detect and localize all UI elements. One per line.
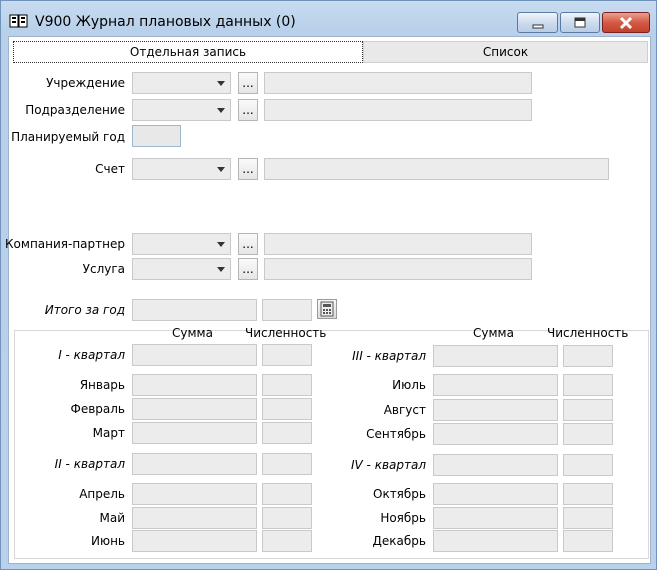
q3-sum[interactable] bbox=[433, 345, 558, 367]
institution-lookup-button[interactable]: ... bbox=[238, 72, 258, 94]
month-label: Март bbox=[92, 426, 125, 440]
chevron-down-icon bbox=[213, 237, 228, 251]
q3-label: III - квартал bbox=[352, 349, 426, 363]
month-label: Январь bbox=[79, 378, 125, 392]
count-header-right: Численность bbox=[547, 326, 629, 340]
chevron-down-icon bbox=[213, 262, 228, 276]
maximize-button[interactable] bbox=[560, 12, 600, 33]
minimize-icon bbox=[518, 13, 557, 32]
chevron-down-icon bbox=[213, 162, 228, 176]
year-total-label: Итого за год bbox=[44, 303, 125, 317]
account-lookup-button[interactable]: ... bbox=[238, 158, 258, 180]
month-label: Ноябрь bbox=[380, 511, 426, 525]
month-sum-jun[interactable] bbox=[132, 530, 257, 552]
department-combo[interactable] bbox=[132, 99, 231, 121]
maximize-icon bbox=[561, 13, 599, 32]
sum-header-right: Сумма bbox=[473, 326, 514, 340]
window-title: V900 Журнал плановых данных (0) bbox=[35, 14, 296, 30]
count-header-left: Численность bbox=[245, 326, 327, 340]
q2-sum[interactable] bbox=[132, 453, 257, 475]
q3-count[interactable] bbox=[563, 345, 613, 367]
tab-single-record[interactable]: Отдельная запись bbox=[13, 41, 363, 63]
sum-header-left: Сумма bbox=[172, 326, 213, 340]
month-sum-apr[interactable] bbox=[132, 483, 257, 505]
q2-count[interactable] bbox=[262, 453, 312, 475]
q1-sum[interactable] bbox=[132, 344, 257, 366]
month-count-aug[interactable] bbox=[563, 399, 613, 421]
department-lookup-button[interactable]: ... bbox=[238, 99, 258, 121]
month-count-may[interactable] bbox=[262, 507, 312, 529]
month-sum-aug[interactable] bbox=[433, 399, 558, 421]
calculator-icon[interactable] bbox=[317, 299, 337, 319]
close-icon bbox=[603, 13, 649, 32]
q2-label: II - квартал bbox=[54, 457, 125, 471]
year-total-count[interactable] bbox=[262, 299, 312, 321]
institution-combo[interactable] bbox=[132, 72, 231, 94]
month-sum-feb[interactable] bbox=[132, 398, 257, 420]
department-name-field[interactable] bbox=[264, 99, 532, 121]
q4-label: IV - квартал bbox=[350, 458, 426, 472]
chevron-down-icon bbox=[213, 103, 228, 117]
month-label: Декабрь bbox=[372, 534, 426, 548]
month-label: Июль bbox=[392, 378, 426, 392]
institution-label: Учреждение bbox=[46, 76, 125, 90]
month-sum-nov[interactable] bbox=[433, 507, 558, 529]
month-label: Сентябрь bbox=[366, 427, 426, 441]
q1-count[interactable] bbox=[262, 344, 312, 366]
month-count-jun[interactable] bbox=[262, 530, 312, 552]
month-count-nov[interactable] bbox=[563, 507, 613, 529]
month-label: Май bbox=[99, 511, 125, 525]
form-area: Отдельная запись Список Учреждение ... П… bbox=[5, 36, 651, 564]
month-sum-sep[interactable] bbox=[433, 423, 558, 445]
month-sum-jul[interactable] bbox=[433, 374, 558, 396]
institution-name-field[interactable] bbox=[264, 72, 532, 94]
plan-year-label: Планируемый год bbox=[11, 130, 125, 144]
q1-label: I - квартал bbox=[58, 348, 125, 362]
plan-year-input[interactable] bbox=[132, 125, 181, 147]
month-sum-may[interactable] bbox=[132, 507, 257, 529]
service-label: Услуга bbox=[82, 262, 125, 276]
month-count-oct[interactable] bbox=[563, 483, 613, 505]
service-combo[interactable] bbox=[132, 258, 231, 280]
month-label: Июнь bbox=[91, 534, 125, 548]
month-label: Август bbox=[383, 403, 426, 417]
service-name-field[interactable] bbox=[264, 258, 532, 280]
minimize-button[interactable] bbox=[517, 12, 558, 33]
close-button[interactable] bbox=[602, 12, 650, 33]
month-count-jul[interactable] bbox=[563, 374, 613, 396]
book-icon bbox=[9, 13, 29, 29]
tab-list[interactable]: Список bbox=[363, 41, 648, 63]
month-count-feb[interactable] bbox=[262, 398, 312, 420]
month-sum-jan[interactable] bbox=[132, 374, 257, 396]
partner-combo[interactable] bbox=[132, 233, 231, 255]
year-total-sum[interactable] bbox=[132, 299, 257, 321]
department-label: Подразделение bbox=[25, 103, 125, 117]
account-name-field[interactable] bbox=[264, 158, 609, 180]
month-count-sep[interactable] bbox=[563, 423, 613, 445]
account-label: Счет bbox=[95, 162, 125, 176]
q4-count[interactable] bbox=[563, 454, 613, 476]
month-label: Октябрь bbox=[373, 487, 426, 501]
partner-lookup-button[interactable]: ... bbox=[238, 233, 258, 255]
title-bar[interactable]: V900 Журнал плановых данных (0) bbox=[1, 1, 656, 35]
month-label: Февраль bbox=[70, 402, 126, 416]
q4-sum[interactable] bbox=[433, 454, 558, 476]
month-count-jan[interactable] bbox=[262, 374, 312, 396]
month-count-apr[interactable] bbox=[262, 483, 312, 505]
chevron-down-icon bbox=[213, 76, 228, 90]
month-sum-dec[interactable] bbox=[433, 530, 558, 552]
app-window: V900 Журнал плановых данных (0) Отдельна… bbox=[0, 0, 657, 570]
service-lookup-button[interactable]: ... bbox=[238, 258, 258, 280]
partner-name-field[interactable] bbox=[264, 233, 532, 255]
month-label: Апрель bbox=[79, 487, 125, 501]
month-count-mar[interactable] bbox=[262, 422, 312, 444]
account-combo[interactable] bbox=[132, 158, 231, 180]
partner-label: Компания-партнер bbox=[5, 237, 125, 251]
month-count-dec[interactable] bbox=[563, 530, 613, 552]
month-sum-mar[interactable] bbox=[132, 422, 257, 444]
month-sum-oct[interactable] bbox=[433, 483, 558, 505]
